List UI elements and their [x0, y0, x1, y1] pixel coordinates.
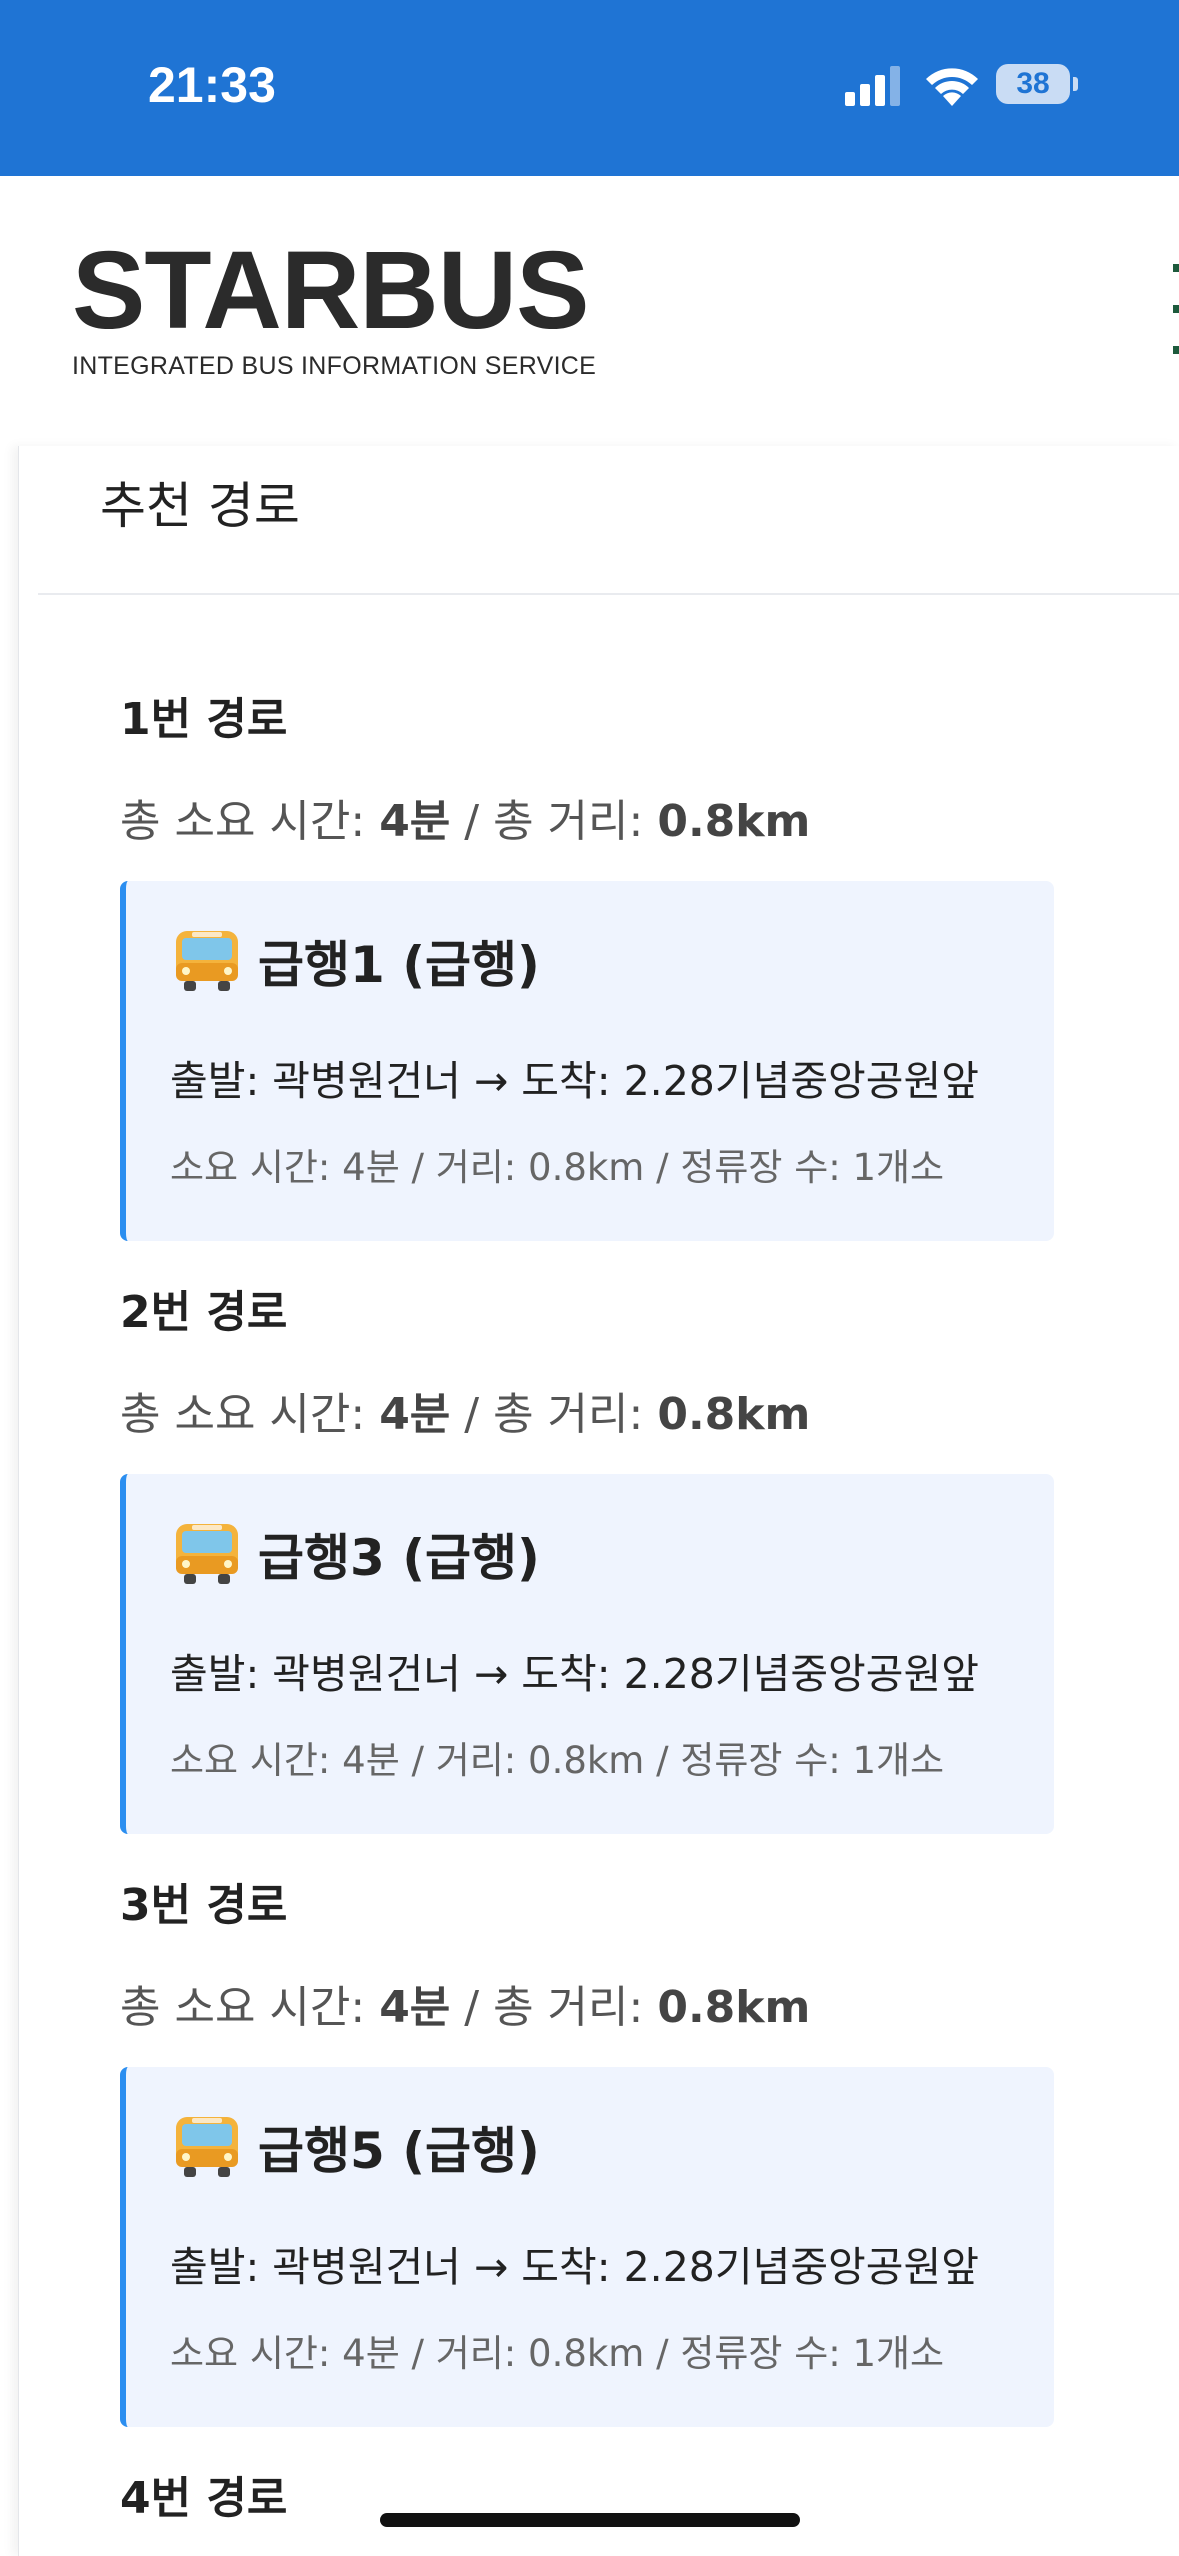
route-total-distance: 0.8km [657, 1389, 811, 1440]
bus-route-name: 급행5 (급행) [258, 2122, 540, 2180]
bus-icon [176, 2117, 238, 2177]
route-total-distance: 0.8km [657, 796, 811, 847]
app-header: STARBUS INTEGRATED BUS INFORMATION SERVI… [0, 176, 1179, 446]
leg-meta: 소요 시간: 4분 / 거리: 0.8km / 정류장 수: 1개소 [170, 1739, 945, 1782]
panel-title: 추천 경로 [100, 477, 300, 535]
route-total-time: 4분 [379, 796, 451, 847]
route-title: 4번 경로 [120, 2473, 288, 2524]
route-total-distance: 0.8km [657, 1982, 811, 2033]
wifi-icon [926, 68, 978, 106]
bus-icon [176, 931, 238, 991]
cellular-signal-icon [845, 66, 900, 106]
route-total-time: 4분 [379, 1982, 451, 2033]
leg-stops: 출발: 곽병원건너 → 도착: 2.28기념중앙공원앞 [170, 1057, 979, 1105]
route-total-time: 4분 [379, 1389, 451, 1440]
route-title: 1번 경로 [120, 694, 288, 745]
route-leg-card[interactable]: 급행5 (급행) 출발: 곽병원건너 → 도착: 2.28기념중앙공원앞 소요 … [120, 2067, 1054, 2427]
battery-icon: 38 [996, 62, 1078, 108]
app-logo[interactable]: STARBUS [72, 236, 590, 346]
bus-route-name: 급행1 (급행) [258, 936, 540, 994]
bus-icon [176, 1524, 238, 1584]
route-summary: 총 소요 시간: 4분 / 총 거리: 0.8km [120, 1982, 811, 2033]
panel-divider [38, 593, 1179, 595]
route-summary: 총 소요 시간: 4분 / 총 거리: 0.8km [120, 1389, 811, 1440]
route-title: 2번 경로 [120, 1287, 288, 1338]
leg-stops: 출발: 곽병원건너 → 도착: 2.28기념중앙공원앞 [170, 1650, 979, 1698]
battery-level: 38 [1016, 67, 1050, 100]
menu-icon[interactable] [1173, 264, 1179, 354]
leg-stops: 출발: 곽병원건너 → 도착: 2.28기념중앙공원앞 [170, 2243, 979, 2291]
bus-route-name: 급행3 (급행) [258, 1529, 540, 1587]
home-indicator[interactable] [380, 2513, 800, 2527]
leg-meta: 소요 시간: 4분 / 거리: 0.8km / 정류장 수: 1개소 [170, 1146, 945, 1189]
leg-meta: 소요 시간: 4분 / 거리: 0.8km / 정류장 수: 1개소 [170, 2332, 945, 2375]
route-leg-card[interactable]: 급행1 (급행) 출발: 곽병원건너 → 도착: 2.28기념중앙공원앞 소요 … [120, 881, 1054, 1241]
status-bar: 21:33 38 [0, 0, 1179, 176]
app-tagline: INTEGRATED BUS INFORMATION SERVICE [72, 352, 597, 380]
status-time: 21:33 [148, 57, 276, 113]
route-leg-card[interactable]: 급행3 (급행) 출발: 곽병원건너 → 도착: 2.28기념중앙공원앞 소요 … [120, 1474, 1054, 1834]
route-summary: 총 소요 시간: 4분 / 총 거리: 0.8km [120, 796, 811, 847]
route-title: 3번 경로 [120, 1880, 288, 1931]
